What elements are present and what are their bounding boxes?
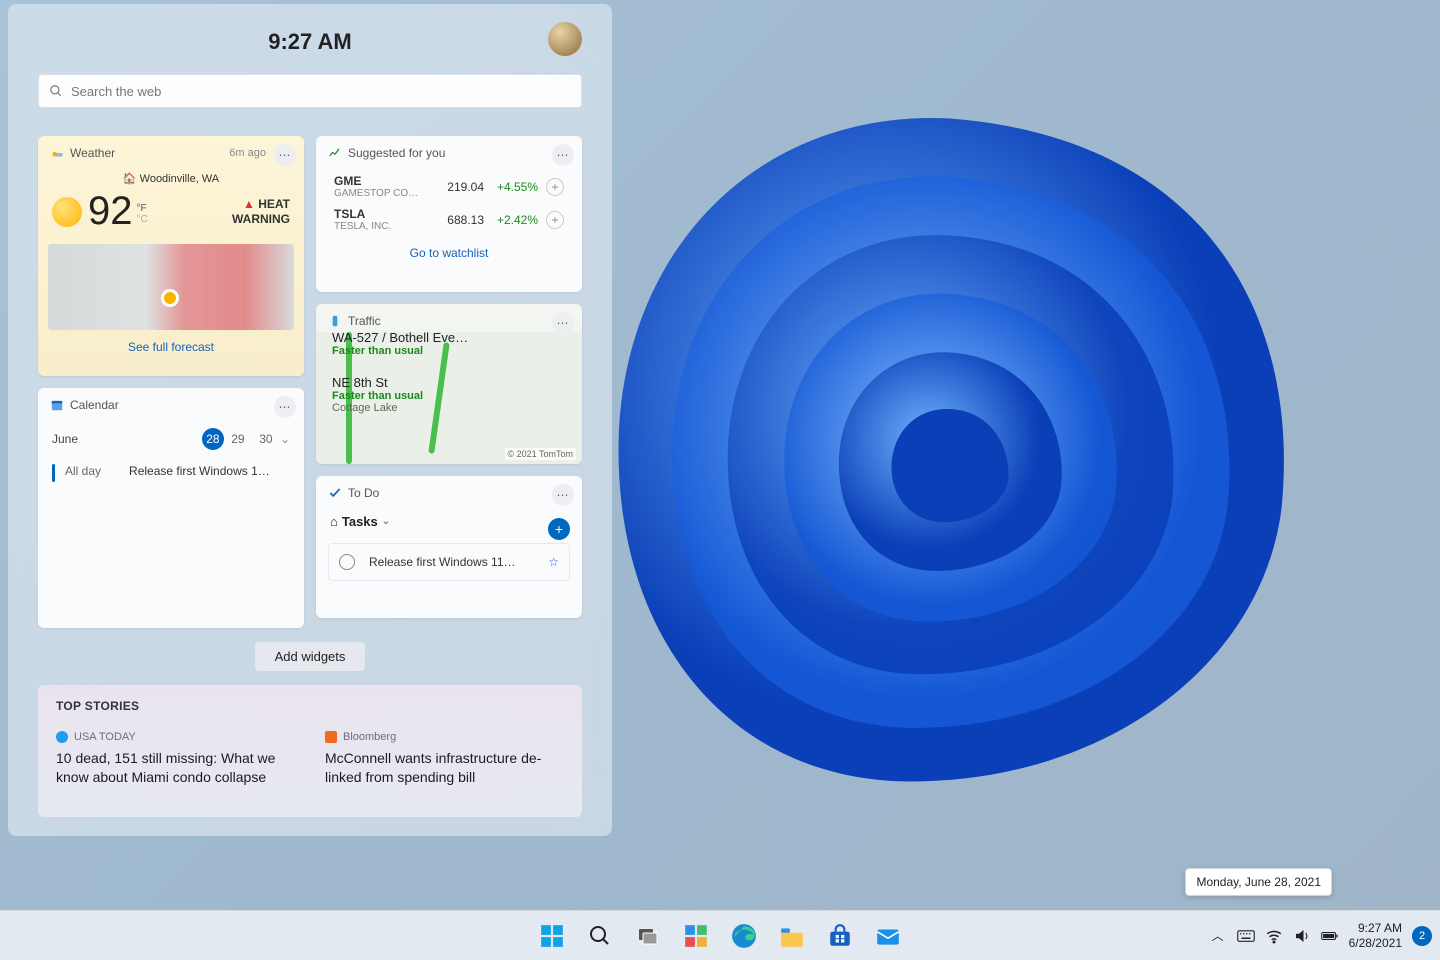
source-icon: [56, 731, 68, 743]
stock-row[interactable]: TSLATESLA, INC. 688.13 +2.42% +: [316, 203, 582, 236]
weather-widget[interactable]: Weather 6m ago ⋯ 🏠 Woodinville, WA 92 °F…: [38, 136, 304, 376]
search-placeholder: Search the web: [71, 84, 161, 99]
todo-item[interactable]: Release first Windows 11… ☆: [328, 543, 570, 581]
traffic-widget[interactable]: Traffic ⋯ WA-527 / Bothell Eve… Faster t…: [316, 304, 582, 464]
todo-more-button[interactable]: ⋯: [552, 484, 574, 506]
traffic-route: NE 8th St: [316, 375, 582, 390]
calendar-icon: [50, 398, 64, 412]
news-story[interactable]: USA TODAY 10 dead, 151 still missing: Wh…: [56, 731, 295, 787]
widgets-panel: 9:27 AM Search the web Weather 6m ago ⋯ …: [8, 4, 612, 836]
calendar-more-button[interactable]: ⋯: [274, 396, 296, 418]
add-widgets-button[interactable]: Add widgets: [255, 642, 365, 671]
calendar-day[interactable]: 29: [224, 432, 252, 446]
start-button[interactable]: [532, 916, 572, 956]
calendar-widget[interactable]: Calendar ⋯ June 28 29 30 ⌄ All day Relea…: [38, 388, 304, 628]
weather-age: 6m ago: [229, 147, 266, 159]
calendar-day[interactable]: 30: [252, 432, 280, 446]
todo-icon: [328, 486, 342, 500]
traffic-status: Faster than usual: [316, 345, 582, 357]
heat-warning: ▲ HEATWARNING: [232, 197, 290, 226]
weather-location: 🏠 Woodinville, WA: [38, 172, 304, 185]
calendar-month: June: [52, 432, 202, 446]
wifi-icon[interactable]: [1265, 927, 1283, 945]
user-avatar[interactable]: [548, 22, 582, 56]
tray-chevron-icon[interactable]: ︿: [1209, 927, 1227, 945]
taskbar-clock[interactable]: 9:27 AM 6/28/2021: [1349, 921, 1402, 950]
panel-clock: 9:27 AM: [268, 29, 352, 55]
chevron-down-icon[interactable]: ⌄: [280, 432, 290, 446]
map-copyright: © 2021 TomTom: [505, 448, 577, 460]
traffic-route: WA-527 / Bothell Eve…: [316, 330, 582, 345]
todo-list-selector[interactable]: ⌂Tasks⌄: [316, 510, 582, 533]
taskbar: ︿ 9:27 AM 6/28/2021 2: [0, 910, 1440, 960]
notification-badge[interactable]: 2: [1412, 926, 1432, 946]
store-button[interactable]: [820, 916, 860, 956]
volume-icon[interactable]: [1293, 927, 1311, 945]
star-icon[interactable]: ☆: [548, 555, 559, 569]
forecast-link[interactable]: See full forecast: [38, 330, 304, 364]
calendar-event[interactable]: All day Release first Windows 1…: [38, 456, 304, 490]
traffic-status: Faster than usual: [316, 390, 582, 402]
stocks-icon: [328, 146, 342, 160]
stocks-widget[interactable]: Suggested for you ⋯ GMEGAMESTOP CO… 219.…: [316, 136, 582, 292]
watchlist-link[interactable]: Go to watchlist: [316, 236, 582, 270]
news-section: TOP STORIES USA TODAY 10 dead, 151 still…: [38, 685, 582, 817]
add-task-button[interactable]: +: [548, 518, 570, 540]
date-tooltip: Monday, June 28, 2021: [1185, 868, 1332, 896]
stocks-more-button[interactable]: ⋯: [552, 144, 574, 166]
add-stock-button[interactable]: +: [546, 211, 564, 229]
search-button[interactable]: [580, 916, 620, 956]
task-view-button[interactable]: [628, 916, 668, 956]
news-story[interactable]: Bloomberg McConnell wants infrastructure…: [325, 731, 564, 787]
task-checkbox[interactable]: [339, 554, 355, 570]
source-icon: [325, 731, 337, 743]
keyboard-icon[interactable]: [1237, 927, 1255, 945]
calendar-title: Calendar: [70, 398, 119, 412]
sun-icon: [52, 197, 82, 227]
todo-widget[interactable]: To Do ⋯ ⌂Tasks⌄ + Release first Windows …: [316, 476, 582, 618]
calendar-day-selected[interactable]: 28: [202, 428, 224, 450]
widgets-button[interactable]: [676, 916, 716, 956]
weather-map[interactable]: [48, 244, 294, 330]
weather-icon: [50, 146, 64, 160]
battery-icon[interactable]: [1321, 927, 1339, 945]
traffic-title: Traffic: [348, 314, 381, 328]
search-icon: [49, 84, 63, 98]
news-heading: TOP STORIES: [56, 699, 564, 713]
search-input[interactable]: Search the web: [38, 74, 582, 108]
mail-button[interactable]: [868, 916, 908, 956]
edge-button[interactable]: [724, 916, 764, 956]
explorer-button[interactable]: [772, 916, 812, 956]
weather-more-button[interactable]: ⋯: [274, 144, 296, 166]
add-stock-button[interactable]: +: [546, 178, 564, 196]
traffic-place: Cottage Lake: [316, 402, 582, 414]
stocks-title: Suggested for you: [348, 146, 445, 160]
todo-title: To Do: [348, 486, 379, 500]
weather-temp: 92: [88, 189, 133, 234]
traffic-icon: [328, 314, 342, 328]
stock-row[interactable]: GMEGAMESTOP CO… 219.04 +4.55% +: [316, 170, 582, 203]
weather-title: Weather: [70, 146, 115, 160]
